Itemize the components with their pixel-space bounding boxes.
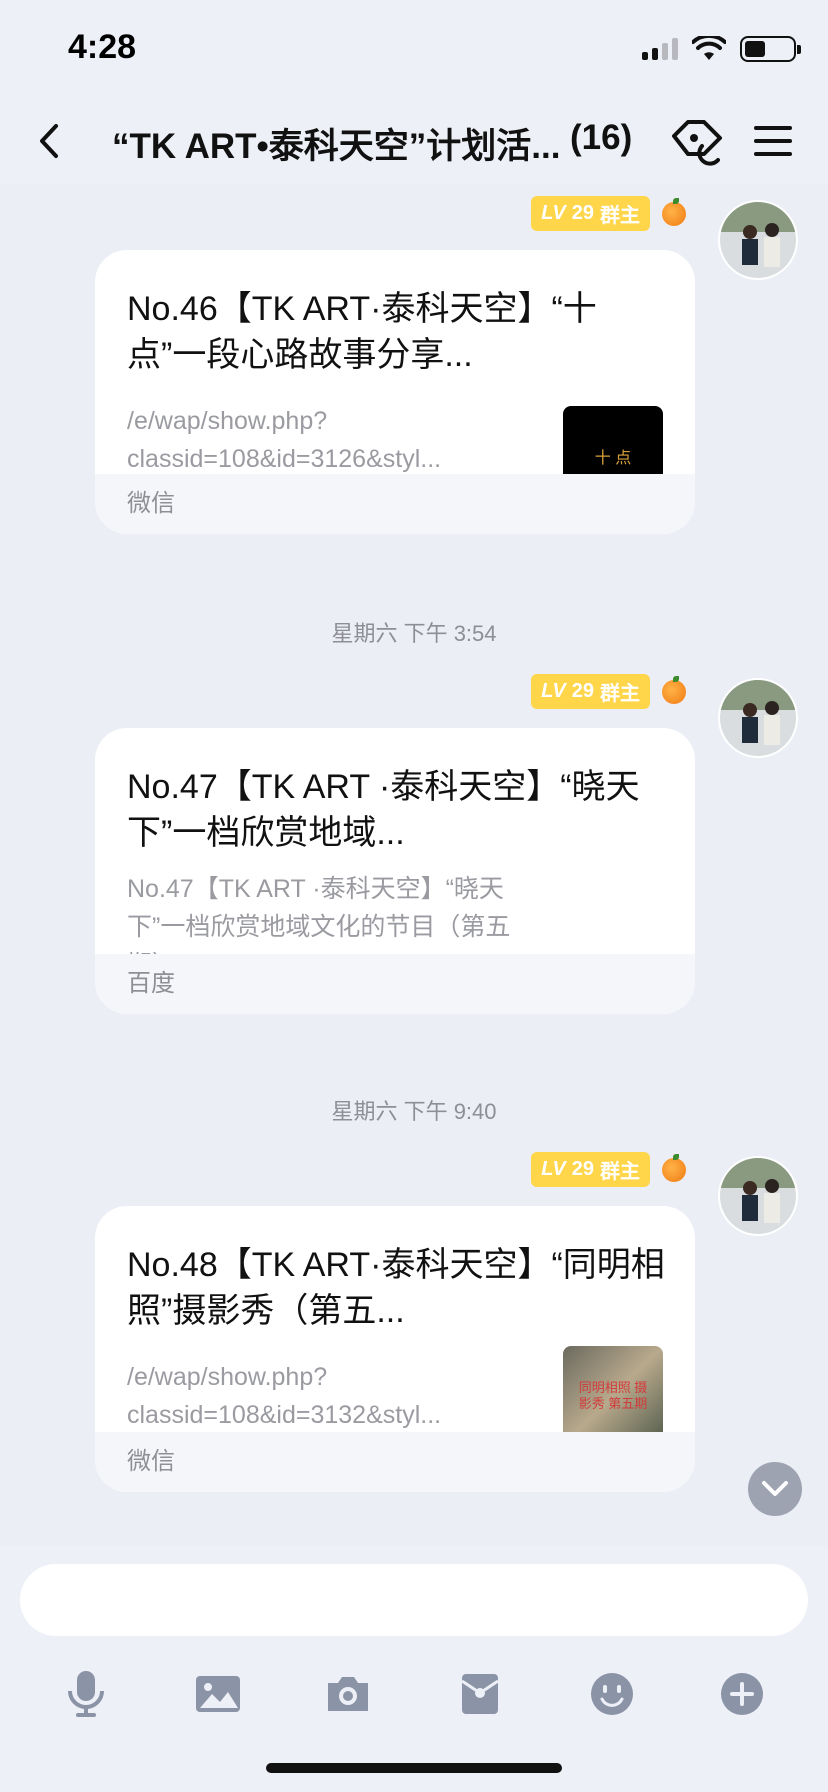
- orange-icon: [662, 197, 686, 226]
- battery-icon: [740, 36, 801, 62]
- card-desc: /e/wap/show.php?classid=108&id=3132&styl…: [127, 1363, 442, 1429]
- avatar[interactable]: [718, 200, 798, 280]
- avatar[interactable]: [718, 1156, 798, 1236]
- level-badge: LV 29 群主: [531, 674, 650, 709]
- battery-level: [745, 41, 766, 57]
- card-title: No.47【TK ART ·泰科天空】“晓天下”一档欣赏地域...: [127, 768, 640, 852]
- image-icon[interactable]: [190, 1666, 246, 1722]
- member-count: (16): [570, 118, 633, 157]
- level-badge: LV 29 群主: [531, 1152, 650, 1187]
- chat-area[interactable]: LV 29 群主 No.46【TK ART·泰科天空】“十点”一段心路故事分享.…: [0, 184, 828, 1546]
- input-area: [0, 1546, 828, 1792]
- menu-icon[interactable]: [748, 116, 798, 166]
- emoji-icon[interactable]: [584, 1666, 640, 1722]
- status-time: 4:28: [68, 28, 137, 66]
- microphone-icon[interactable]: [58, 1666, 114, 1722]
- home-indicator[interactable]: [266, 1763, 562, 1773]
- card-title: No.46【TK ART·泰科天空】“十点”一段心路故事分享...: [127, 290, 597, 374]
- chevron-down-icon: [762, 1481, 788, 1496]
- sender-info: LV 29 群主: [531, 1152, 686, 1187]
- wifi-icon: [692, 36, 726, 60]
- timestamp: 星期六 下午 9:40: [331, 1099, 497, 1124]
- chat-title: “TK ART•泰科天空”计划活...: [112, 127, 561, 166]
- sender-info: LV 29 群主: [531, 674, 686, 709]
- card-source: 微信: [95, 474, 695, 534]
- link-card[interactable]: No.48【TK ART·泰科天空】“同明相照”摄影秀（第五... /e/wap…: [95, 1206, 695, 1492]
- back-button[interactable]: [26, 116, 76, 166]
- level-badge: LV 29 群主: [531, 196, 650, 231]
- link-card[interactable]: No.47【TK ART ·泰科天空】“晓天下”一档欣赏地域... No.47【…: [95, 728, 695, 1014]
- card-desc: /e/wap/show.php?classid=108&id=3126&styl…: [127, 407, 442, 473]
- card-source: 微信: [95, 1432, 695, 1492]
- scroll-to-bottom-button[interactable]: [748, 1462, 802, 1516]
- orange-icon: [662, 1153, 686, 1182]
- camera-icon[interactable]: [320, 1666, 376, 1722]
- nav-bar: “TK ART•泰科天空”计划活... (16): [0, 100, 828, 184]
- cellular-signal-icon: [642, 38, 678, 60]
- card-title: No.48【TK ART·泰科天空】“同明相照”摄影秀（第五...: [127, 1246, 665, 1330]
- card-thumbnail: 同明相照 摄影秀 第五期: [563, 1346, 663, 1446]
- timestamp: 星期六 下午 3:54: [331, 621, 497, 646]
- red-packet-icon[interactable]: [452, 1666, 508, 1722]
- orange-icon: [662, 675, 686, 704]
- avatar[interactable]: [718, 678, 798, 758]
- card-source: 百度: [95, 954, 695, 1014]
- tag-icon[interactable]: [668, 114, 726, 172]
- link-card[interactable]: No.46【TK ART·泰科天空】“十点”一段心路故事分享... /e/wap…: [95, 250, 695, 534]
- status-bar: 4:28: [0, 0, 828, 100]
- sender-info: LV 29 群主: [531, 196, 686, 231]
- input-toolbar: [0, 1666, 828, 1726]
- status-icons: [642, 36, 801, 62]
- message-input[interactable]: [20, 1564, 808, 1636]
- plus-icon[interactable]: [714, 1666, 770, 1722]
